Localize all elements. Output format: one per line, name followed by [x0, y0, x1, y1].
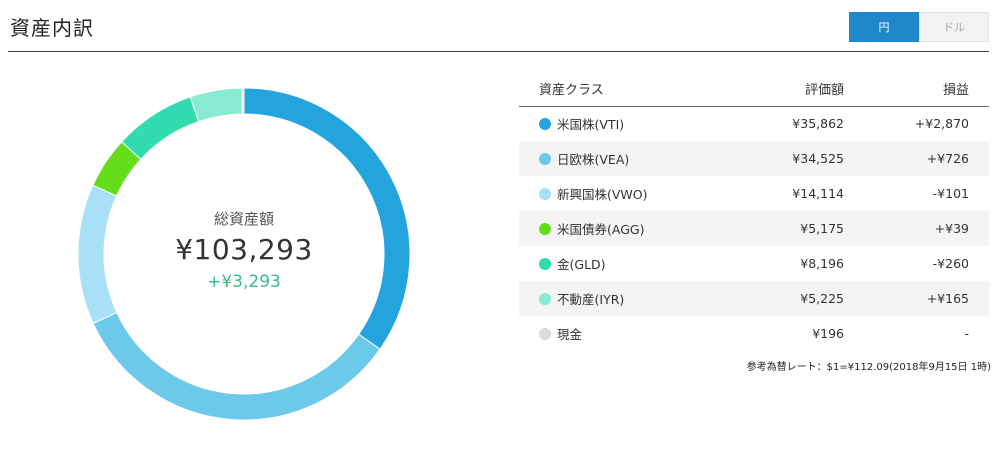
total-assets-value: ¥103,293	[175, 233, 313, 266]
asset-value: ¥5,175	[719, 211, 844, 246]
asset-gain: +¥2,870	[914, 116, 969, 132]
asset-name: 不動産(IYR)	[557, 292, 625, 307]
total-gain-value: +¥3,293	[207, 272, 281, 292]
asset-donut-chart: 総資産額 ¥103,293 +¥3,293	[70, 80, 418, 428]
legend-dot-icon	[539, 153, 551, 165]
legend-dot-icon	[539, 118, 551, 131]
asset-name: 現金	[557, 327, 583, 342]
table-header-row: 資産クラス 評価額 損益	[519, 71, 989, 107]
legend-dot-icon	[539, 223, 551, 235]
header-gain: 損益	[844, 71, 989, 107]
asset-value: ¥35,862	[792, 116, 844, 132]
asset-class-table: 資産クラス 評価額 損益 米国株(VTI) ¥35,862 +¥2,870 日欧…	[519, 71, 989, 351]
header: 資産内訳 円 ドル	[8, 0, 989, 52]
table-row: 金(GLD) ¥8,196 -¥260	[519, 246, 989, 281]
asset-gain: +¥165	[844, 281, 989, 316]
table-row: 現金 ¥196 -	[519, 316, 989, 351]
asset-value: ¥5,225	[719, 281, 844, 316]
asset-gain: +¥726	[844, 141, 989, 176]
currency-dollar-button[interactable]: ドル	[919, 12, 989, 42]
asset-value: ¥196	[812, 326, 844, 341]
asset-gain: +¥39	[844, 211, 989, 246]
legend-dot-icon	[539, 258, 551, 270]
header-value: 評価額	[719, 71, 844, 107]
legend-dot-icon	[539, 188, 551, 200]
asset-name: 米国株(VTI)	[557, 117, 625, 133]
asset-value: ¥8,196	[800, 256, 844, 271]
asset-name: 新興国株(VWO)	[557, 187, 648, 202]
header-asset-class: 資産クラス	[519, 71, 719, 107]
asset-gain: -	[964, 326, 969, 341]
table-row: 新興国株(VWO) ¥14,114 -¥101	[519, 176, 989, 211]
asset-name: 金(GLD)	[557, 257, 606, 272]
table-row: 日欧株(VEA) ¥34,525 +¥726	[519, 141, 989, 176]
currency-yen-button[interactable]: 円	[849, 12, 919, 42]
legend-dot-icon	[539, 328, 551, 340]
currency-toggle: 円 ドル	[849, 12, 989, 42]
page-title: 資産内訳	[10, 16, 94, 40]
legend-dot-icon	[539, 293, 551, 305]
table-row: 米国債券(AGG) ¥5,175 +¥39	[519, 211, 989, 246]
asset-value: ¥14,114	[792, 186, 844, 201]
total-assets-label: 総資産額	[213, 210, 274, 228]
asset-gain: -¥260	[932, 256, 969, 271]
asset-name: 日欧株(VEA)	[557, 152, 630, 167]
asset-value: ¥34,525	[719, 141, 844, 176]
table-row: 不動産(IYR) ¥5,225 +¥165	[519, 281, 989, 316]
table-row: 米国株(VTI) ¥35,862 +¥2,870	[519, 106, 989, 141]
exchange-rate-note: 参考為替レート：$1=¥112.09(2018年9月15日 1時)	[746, 362, 991, 373]
asset-gain: -¥101	[932, 186, 969, 201]
donut-center: 総資産額 ¥103,293 +¥3,293	[70, 80, 418, 428]
asset-name: 米国債券(AGG)	[557, 222, 645, 237]
